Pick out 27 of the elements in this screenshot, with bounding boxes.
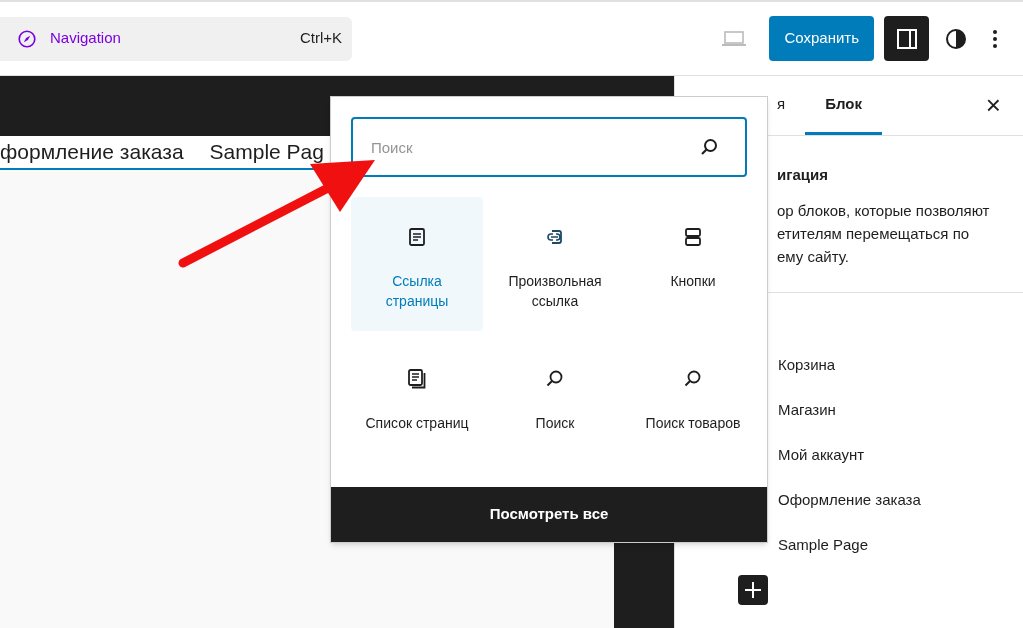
search-field[interactable]: Поиск [351, 117, 747, 177]
plus-icon [744, 580, 762, 599]
block-description: ор блоков, которые позволяют етителям перемещаться по ему сайту. [777, 200, 991, 267]
search-icon [699, 137, 719, 157]
add-button[interactable] [738, 574, 768, 605]
menu-item[interactable]: Магазин [778, 399, 1023, 420]
menu-item[interactable]: Мой аккаунт [778, 444, 1023, 465]
command-bar[interactable]: Navigation Ctrl+K [0, 16, 352, 61]
contrast-icon[interactable] [945, 27, 967, 50]
browse-all-button[interactable]: Посмотреть все [331, 487, 767, 542]
menu-item[interactable]: Корзина [778, 354, 1023, 375]
sidebar-tab[interactable]: Блок [805, 76, 882, 135]
sidebar-toggle-button[interactable] [884, 16, 929, 61]
menu-item[interactable]: Оформление заказа [778, 489, 1023, 510]
command-label: Navigation [50, 28, 121, 49]
sidebar-tab[interactable]: я [777, 76, 786, 135]
block-title: игация [777, 165, 829, 185]
navigation-link[interactable]: формление заказа [0, 136, 184, 168]
close-button[interactable]: × [985, 92, 1001, 118]
compass-icon [16, 27, 38, 50]
block-item[interactable]: Ссылка страницы [351, 197, 483, 331]
save-button[interactable]: Сохранить [769, 16, 874, 61]
menu-item[interactable]: Sample Page [778, 534, 1023, 555]
sidebar-icon [895, 27, 918, 50]
more-options-icon[interactable] [993, 29, 997, 48]
navigation-link[interactable]: Sample Pag [209, 136, 324, 168]
shortcut-label: Ctrl+K [299, 28, 342, 49]
